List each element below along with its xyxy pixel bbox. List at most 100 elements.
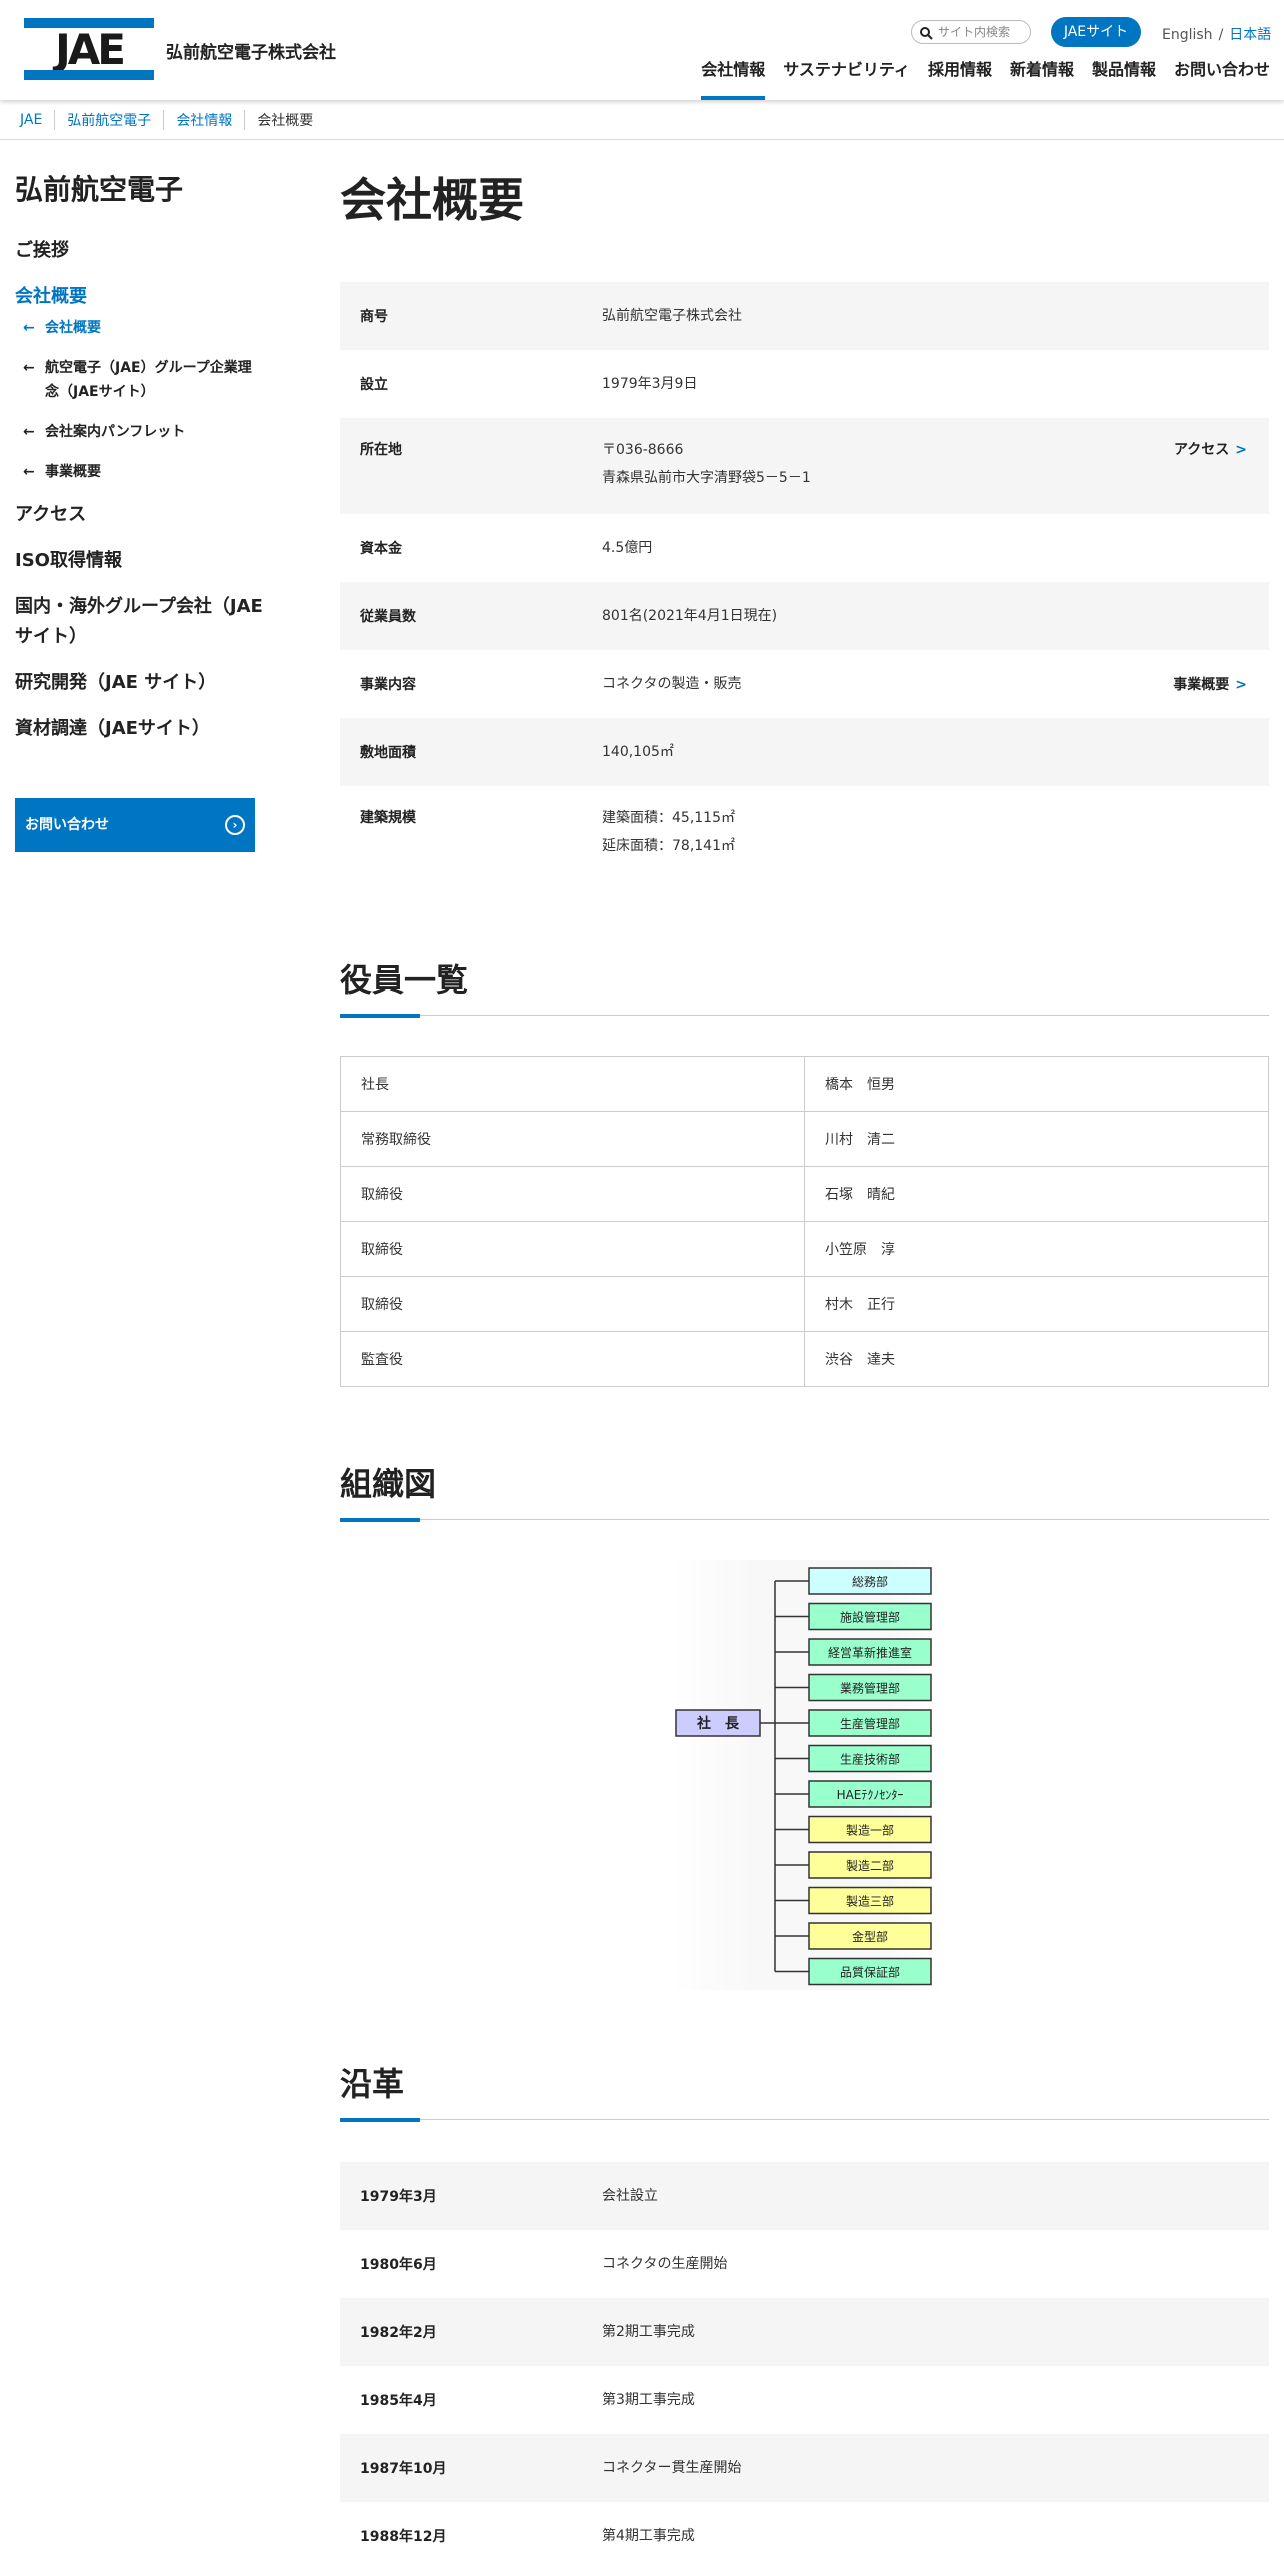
sidebar-sub-business[interactable]: ← 事業概要 [15, 460, 275, 484]
profile-value: 140,105㎡ [602, 744, 674, 760]
org-chart-heading: 組織図 [340, 1462, 1269, 1522]
floor-area: 延床面積：78,141㎡ [602, 838, 735, 854]
sidebar-item-iso[interactable]: ISO取得情報 [15, 546, 275, 576]
sidebar-item-group[interactable]: 国内・海外グループ会社（JAEサイト） [15, 592, 275, 652]
global-nav: 会社情報 サステナビリティ 採用情報 新着情報 製品情報 お問い合わせ [701, 58, 1270, 100]
lang-english-link[interactable]: English [1162, 27, 1213, 43]
company-name[interactable]: 弘前航空電子株式会社 [166, 38, 336, 63]
sidebar-item-overview[interactable]: 会社概要 [15, 282, 275, 312]
profile-value: 弘前航空電子株式会社 [602, 308, 742, 324]
history-row: 1987年10月 コネクター貫生産開始 [340, 2434, 1269, 2502]
history-event: 第4期工事完成 [602, 2528, 695, 2544]
org-dept-label: 製造二部 [846, 1858, 894, 1873]
profile-value: 建築面積：45,115㎡ 延床面積：78,141㎡ [602, 804, 735, 882]
nav-contact[interactable]: お問い合わせ [1174, 58, 1270, 100]
table-row: 社長 橋本 恒男 [340, 1056, 1269, 1112]
org-dept-label: 生産管理部 [840, 1716, 900, 1731]
sidebar-item-rd[interactable]: 研究開発（JAE サイト） [15, 668, 275, 698]
sidebar-item-procurement[interactable]: 資材調達（JAEサイト） [15, 714, 275, 744]
profile-label: 建築規模 [360, 810, 416, 826]
chevron-right-icon: > [1235, 677, 1247, 693]
org-dept-label: 業務管理部 [840, 1681, 900, 1696]
company-profile-table: 商号 弘前航空電子株式会社 設立 1979年3月9日 所在地 〒036-8666… [340, 282, 1269, 882]
officer-name: 小笠原 淳 [804, 1221, 1269, 1277]
history-date: 1985年4月 [360, 2393, 437, 2409]
search-input[interactable]: サイト内検索 [911, 20, 1031, 44]
breadcrumb-jae[interactable]: JAE [20, 112, 54, 128]
main-content: 会社概要 [340, 168, 1269, 248]
sidebar-title[interactable]: 弘前航空電子 [15, 168, 275, 208]
officer-name: 川村 清二 [804, 1111, 1269, 1167]
profile-label: 商号 [360, 309, 388, 325]
org-chart: 社 長 総務部 施設管理部 経営革新推進室 業務管理部 生産管理部 生産技術部 HAEﾃｸﾉｾ… [672, 1560, 942, 1990]
nav-company-info[interactable]: 会社情報 [701, 58, 766, 100]
postal-code: 〒036-8666 [602, 442, 684, 458]
lang-separator: / [1218, 27, 1224, 43]
breadcrumb-company-info[interactable]: 会社情報 [163, 109, 244, 130]
org-dept-label: 総務部 [852, 1574, 888, 1589]
profile-label: 従業員数 [360, 609, 416, 625]
org-dept-label: 品質保証部 [840, 1965, 900, 1980]
profile-row: 設立 1979年3月9日 [340, 350, 1269, 418]
logo-text: JAE [55, 25, 126, 74]
officers-table: 社長 橋本 恒男 常務取締役 川村 清二 取締役 石塚 晴紀 取締役 小笠原 淳 取締役… [340, 1056, 1269, 1387]
business-link-label: 事業概要 [1173, 677, 1230, 693]
access-link[interactable]: アクセス > [1174, 436, 1247, 464]
search-placeholder: サイト内検索 [938, 25, 1011, 39]
profile-label: 設立 [360, 377, 388, 393]
officer-role: 常務取締役 [340, 1111, 805, 1167]
profile-value: コネクタの製造・販売 [602, 676, 742, 692]
arrow-left-icon: ← [23, 424, 35, 440]
history-date: 1987年10月 [360, 2461, 447, 2477]
nav-news[interactable]: 新着情報 [1010, 58, 1074, 100]
history-row: 1988年12月 第4期工事完成 [340, 2502, 1269, 2568]
history-date: 1982年2月 [360, 2325, 437, 2341]
history-heading: 沿革 [340, 2062, 1269, 2122]
officers-heading: 役員一覧 [340, 958, 1269, 1018]
arrow-left-icon: ← [23, 464, 35, 480]
breadcrumb-hirosaki[interactable]: 弘前航空電子 [54, 109, 163, 130]
sidebar-item-greeting[interactable]: ご挨拶 [15, 236, 275, 266]
nav-sustainability[interactable]: サステナビリティ [783, 58, 910, 100]
org-dept-label: 製造一部 [846, 1823, 894, 1838]
nav-products[interactable]: 製品情報 [1092, 58, 1156, 100]
business-overview-link[interactable]: 事業概要 > [1173, 674, 1247, 694]
sidebar-item-access[interactable]: アクセス [15, 500, 275, 530]
sidebar-sub-overview[interactable]: ← 会社概要 [15, 316, 275, 340]
profile-value: 1979年3月9日 [602, 376, 698, 392]
org-root-label: 社 長 [696, 1715, 740, 1732]
history-event: 第3期工事完成 [602, 2392, 695, 2408]
chevron-right-icon: > [1235, 442, 1247, 458]
profile-row: 所在地 〒036-8666 青森県弘前市大字清野袋5－5－1 アクセス > [340, 418, 1269, 514]
profile-label: 敷地面積 [360, 745, 416, 761]
org-dept-label: 経営革新推進室 [828, 1645, 912, 1660]
lang-japanese-link[interactable]: 日本語 [1229, 27, 1271, 43]
search-icon [920, 25, 933, 47]
sidebar-sub-pamphlet[interactable]: ← 会社案内パンフレット [15, 420, 275, 444]
history-row: 1980年6月 コネクタの生産開始 [340, 2230, 1269, 2298]
profile-row: 商号 弘前航空電子株式会社 [340, 282, 1269, 350]
history-date: 1979年3月 [360, 2189, 437, 2205]
contact-button[interactable]: お問い合わせ › [15, 798, 255, 852]
sidebar-sub-label: 航空電子（JAE）グループ企業理念（JAEサイト） [45, 360, 252, 400]
history-event: 会社設立 [602, 2188, 658, 2204]
org-dept-label: 製造三部 [846, 1894, 894, 1909]
profile-label: 事業内容 [360, 677, 416, 693]
profile-row: 事業内容 コネクタの製造・販売 事業概要 > [340, 650, 1269, 718]
org-dept-label: 金型部 [852, 1929, 888, 1944]
officer-name: 渋谷 達夫 [804, 1331, 1269, 1387]
sidebar-submenu: ← 会社概要 ← 航空電子（JAE）グループ企業理念（JAEサイト） ← 会社案… [15, 316, 275, 484]
officer-name: 橋本 恒男 [804, 1056, 1269, 1112]
table-row: 常務取締役 川村 清二 [340, 1111, 1269, 1167]
contact-button-label: お問い合わせ [25, 817, 109, 833]
jae-logo[interactable]: JAE [24, 18, 154, 80]
officer-role: 取締役 [340, 1166, 805, 1222]
profile-label: 資本金 [360, 541, 402, 557]
officer-role: 監査役 [340, 1331, 805, 1387]
sidebar-sub-label: 会社概要 [45, 320, 101, 336]
nav-recruit[interactable]: 採用情報 [928, 58, 992, 100]
jae-site-button[interactable]: JAEサイト [1051, 17, 1141, 47]
history-table: 1979年3月 会社設立 1980年6月 コネクタの生産開始 1982年2月 第… [340, 2162, 1269, 2568]
sidebar-sub-philosophy[interactable]: ← 航空電子（JAE）グループ企業理念（JAEサイト） [15, 356, 275, 404]
arrow-left-icon: ← [23, 360, 35, 376]
